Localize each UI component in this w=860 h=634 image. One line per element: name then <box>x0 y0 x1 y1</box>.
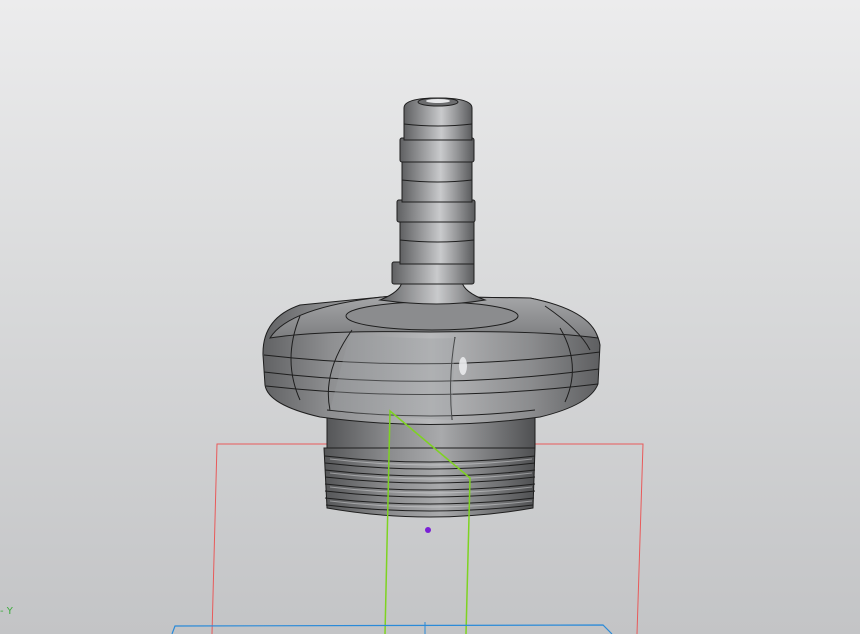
scene-canvas[interactable] <box>0 0 860 634</box>
3d-viewport[interactable]: - Y <box>0 0 860 634</box>
hose-barb[interactable] <box>378 97 487 305</box>
reference-plane-blue[interactable] <box>171 622 613 634</box>
hex-nut-body[interactable] <box>262 295 601 425</box>
threaded-shank[interactable] <box>323 411 536 518</box>
y-axis-label: - Y <box>0 606 13 617</box>
origin-point[interactable] <box>425 527 431 533</box>
